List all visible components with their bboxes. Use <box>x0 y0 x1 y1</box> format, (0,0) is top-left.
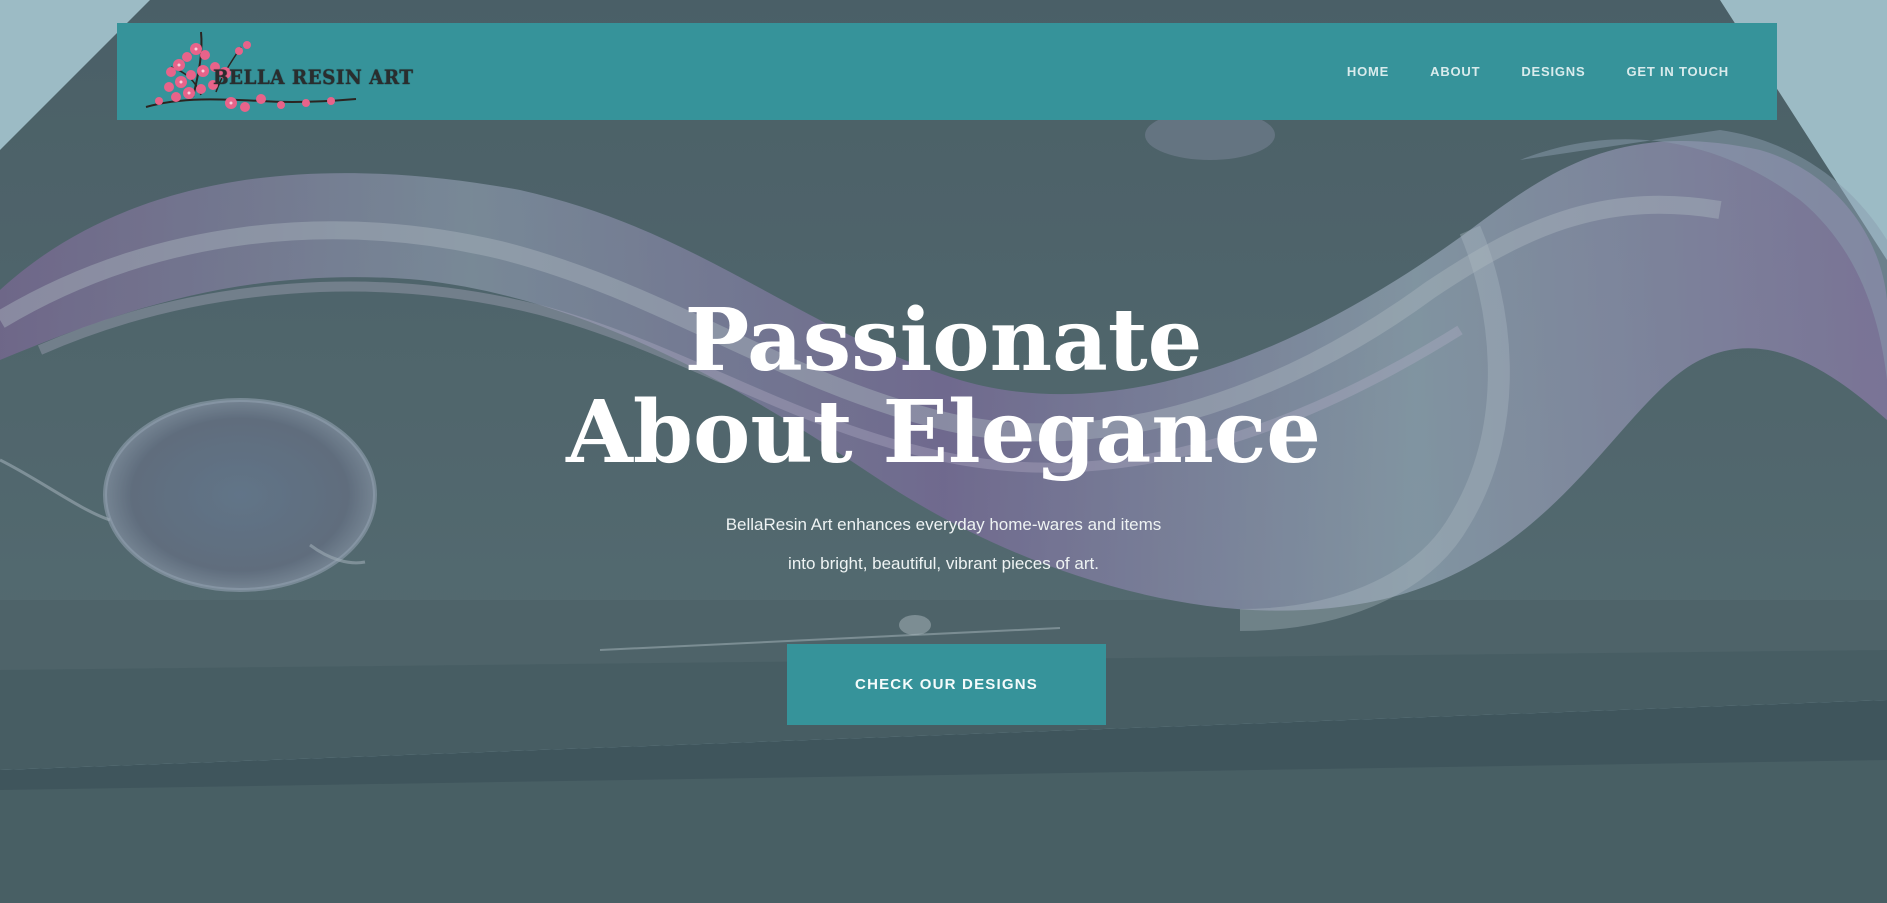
headline-line-2: About Elegance <box>566 382 1321 483</box>
site-header: BELLA RESIN ART HOME ABOUT DESIGNS GET I… <box>117 23 1777 120</box>
nav-item-about[interactable]: ABOUT <box>1430 64 1480 79</box>
hero-headline: Passionate About Elegance <box>0 295 1887 479</box>
hero-section: BELLA RESIN ART HOME ABOUT DESIGNS GET I… <box>0 0 1887 903</box>
subtext-line-2: into bright, beautiful, vibrant pieces o… <box>788 554 1099 573</box>
nav-item-designs[interactable]: DESIGNS <box>1521 64 1585 79</box>
nav-item-home[interactable]: HOME <box>1347 64 1389 79</box>
site-logo[interactable]: BELLA RESIN ART <box>141 23 413 120</box>
hero-subtext: BellaResin Art enhances everyday home-wa… <box>0 505 1887 583</box>
headline-line-1: Passionate <box>684 290 1203 391</box>
nav-item-get-in-touch[interactable]: GET IN TOUCH <box>1626 64 1729 79</box>
check-designs-button[interactable]: CHECK OUR DESIGNS <box>787 644 1106 725</box>
main-nav: HOME ABOUT DESIGNS GET IN TOUCH <box>1306 23 1729 120</box>
subtext-line-1: BellaResin Art enhances everyday home-wa… <box>725 515 1162 534</box>
logo-text: BELLA RESIN ART <box>213 65 414 89</box>
